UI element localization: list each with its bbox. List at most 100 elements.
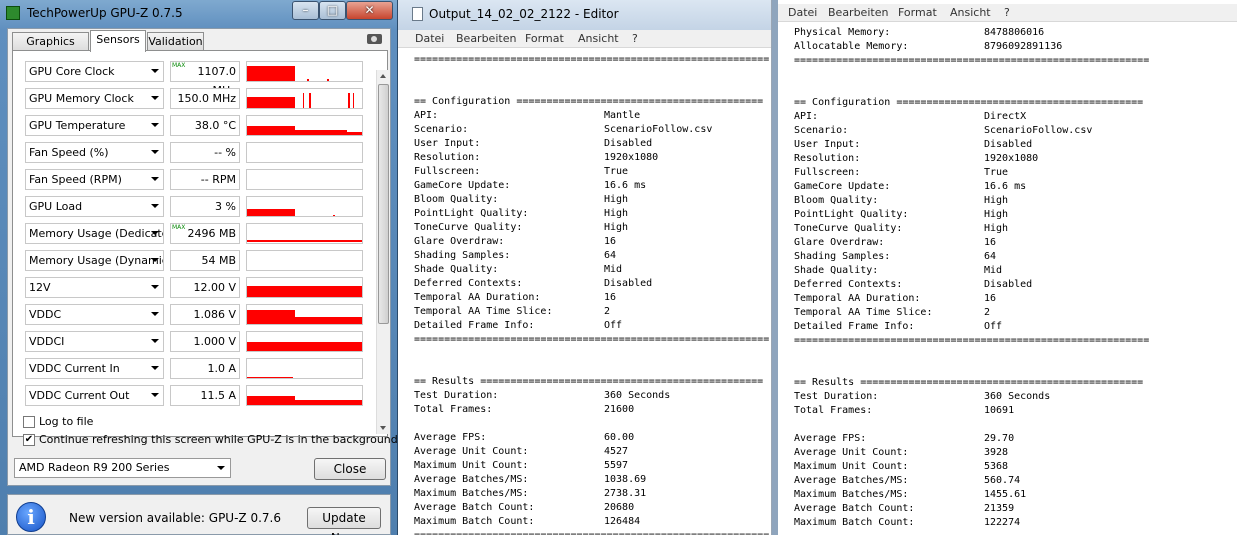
gpuz-body: Graphics Card Sensors Validation GPU Cor…	[7, 28, 398, 486]
maximize-button[interactable]: □	[319, 1, 346, 20]
config-value: 1920x1080	[604, 152, 659, 163]
sensor-value: -- RPM	[200, 173, 236, 186]
sensor-name-dropdown[interactable]: GPU Temperature	[25, 115, 164, 136]
graph-bar	[307, 79, 309, 81]
close-button[interactable]: Close	[314, 458, 386, 480]
max-indicator-icon: MAX	[172, 62, 186, 69]
sensor-graph	[246, 115, 363, 136]
graph-bar	[333, 215, 335, 216]
editor-text-area[interactable]: ========================================…	[398, 49, 771, 535]
sensor-value: -- %	[214, 146, 236, 159]
chevron-down-icon	[151, 312, 159, 316]
config-key: Test Duration:	[794, 391, 879, 402]
sensor-name-dropdown[interactable]: VDDC Current Out	[25, 385, 164, 406]
config-value: 16.6 ms	[984, 181, 1027, 192]
tab-validation[interactable]: Validation	[147, 32, 204, 51]
menu-ansicht[interactable]: Ansicht	[578, 32, 619, 45]
config-key: Bloom Quality:	[794, 195, 879, 206]
graph-bar	[347, 132, 362, 135]
graph-bar	[247, 97, 295, 108]
editor-titlebar[interactable]: Output_14_02_02_2122 - Editor	[398, 0, 771, 30]
scroll-thumb[interactable]	[378, 84, 389, 324]
separator-line: ========================================…	[414, 334, 770, 345]
screenshot-camera-icon[interactable]	[367, 34, 382, 44]
sensor-row: 12V 12.00 V	[21, 275, 369, 300]
separator-line: ========================================…	[794, 335, 1150, 346]
graph-bar	[295, 130, 347, 135]
minimize-button[interactable]: –	[292, 1, 319, 20]
sensor-name-dropdown[interactable]: Fan Speed (%)	[25, 142, 164, 163]
menu-datei[interactable]: Datei	[415, 32, 444, 45]
config-key: Shade Quality:	[414, 264, 499, 275]
graph-bar	[247, 342, 362, 351]
config-key: Average FPS:	[794, 433, 867, 444]
config-key: Allocatable Memory:	[794, 41, 909, 52]
config-value: 60.00	[604, 432, 635, 443]
menu-bearbeiten[interactable]: Bearbeiten	[456, 32, 516, 45]
sensor-name-dropdown[interactable]: 12V	[25, 277, 164, 298]
minimize-icon: –	[302, 3, 309, 17]
sensor-value-box: 1.000 V	[170, 331, 240, 352]
menu-help[interactable]: ?	[632, 32, 638, 45]
config-key: Average Unit Count:	[794, 447, 909, 458]
continue-refresh-label[interactable]: Continue refreshing this screen while GP…	[39, 433, 398, 446]
sensor-graph	[246, 142, 363, 163]
editor-menubar: Datei Bearbeiten Format Ansicht ?	[398, 30, 771, 48]
scroll-up-icon[interactable]	[380, 74, 386, 78]
sensor-row: Memory Usage (Dynamic) 54 MB	[21, 248, 369, 273]
sensor-name-dropdown[interactable]: VDDC Current In	[25, 358, 164, 379]
sensor-graph	[246, 385, 363, 406]
tab-sensors[interactable]: Sensors	[90, 30, 146, 52]
sensor-name: Fan Speed (%)	[29, 146, 109, 159]
menu-format[interactable]: Format	[525, 32, 564, 45]
scroll-down-icon[interactable]	[380, 426, 386, 430]
config-value: DirectX	[984, 111, 1027, 122]
config-key: Detailed Frame Info:	[414, 320, 535, 331]
config-value: ScenarioFollow.csv	[604, 124, 713, 135]
config-key: Temporal AA Duration:	[794, 293, 921, 304]
sensor-value-box: 1.086 V	[170, 304, 240, 325]
menu-help[interactable]: ?	[1004, 6, 1010, 19]
menu-bearbeiten[interactable]: Bearbeiten	[828, 6, 888, 19]
sensor-name-dropdown[interactable]: GPU Load	[25, 196, 164, 217]
sensor-value: 12.00 V	[193, 281, 236, 294]
sensor-scrollbar[interactable]	[376, 70, 389, 434]
sensor-value-box: MAX 2496 MB	[170, 223, 240, 244]
menu-ansicht[interactable]: Ansicht	[950, 6, 991, 19]
sensor-graph	[246, 223, 363, 244]
config-value: Disabled	[984, 139, 1033, 150]
sensor-name-dropdown[interactable]: VDDCI	[25, 331, 164, 352]
sensor-name-dropdown[interactable]: VDDC	[25, 304, 164, 325]
config-key: ToneCurve Quality:	[794, 223, 903, 234]
sensor-name-dropdown[interactable]: Memory Usage (Dedicated)	[25, 223, 164, 244]
chevron-down-icon	[151, 339, 159, 343]
graph-bar	[247, 377, 293, 378]
max-indicator-icon: MAX	[172, 224, 186, 231]
sensor-name: GPU Memory Clock	[29, 92, 134, 105]
sensor-graph	[246, 88, 363, 109]
close-window-button[interactable]: ✕	[346, 1, 393, 20]
tab-graphics-card[interactable]: Graphics Card	[12, 32, 89, 65]
log-to-file-label[interactable]: Log to file	[39, 415, 93, 428]
gpu-select-dropdown[interactable]: AMD Radeon R9 200 Series	[14, 458, 231, 478]
gpuz-titlebar[interactable]: TechPowerUp GPU-Z 0.7.5 – □ ✕	[0, 0, 398, 28]
sensor-name-dropdown[interactable]: GPU Core Clock	[25, 61, 164, 82]
sensor-name-dropdown[interactable]: GPU Memory Clock	[25, 88, 164, 109]
config-key: API:	[414, 110, 439, 121]
sensor-name-dropdown[interactable]: Fan Speed (RPM)	[25, 169, 164, 190]
config-value: 2	[984, 307, 991, 318]
menu-datei[interactable]: Datei	[788, 6, 817, 19]
config-key: Total Frames:	[414, 404, 493, 415]
sensor-graph	[246, 277, 363, 298]
graph-bar	[247, 310, 295, 324]
sensor-name-dropdown[interactable]: Memory Usage (Dynamic)	[25, 250, 164, 271]
sensor-graph	[246, 169, 363, 190]
sensor-value-box: 3 %	[170, 196, 240, 217]
menu-format[interactable]: Format	[898, 6, 937, 19]
update-now-button[interactable]: Update Now	[307, 507, 381, 535]
editor-text-area[interactable]: Physical Memory: 8478806016 Allocatable Me…	[778, 26, 1237, 535]
sensor-row: VDDC Current Out 11.5 A	[21, 383, 369, 408]
chevron-down-icon	[151, 204, 159, 208]
continue-refresh-checkbox[interactable]: ✔	[23, 434, 35, 446]
log-to-file-checkbox[interactable]	[23, 416, 35, 428]
